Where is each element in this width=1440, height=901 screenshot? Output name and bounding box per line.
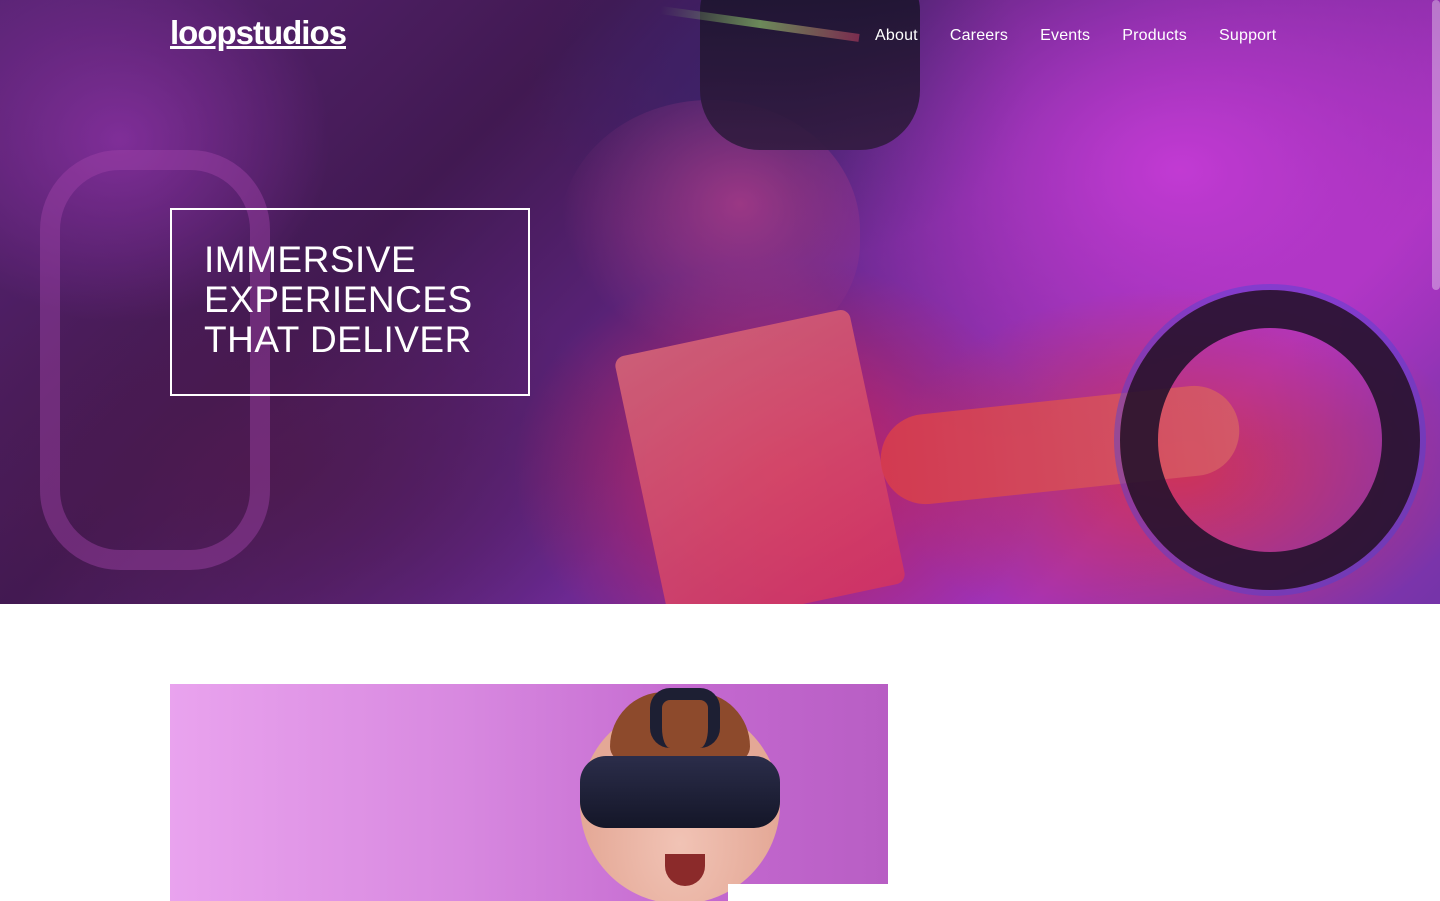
hero-title-box: Immersive experiences that deliver <box>170 208 530 396</box>
feature-image-cutout <box>728 884 888 901</box>
hero-title: Immersive experiences that deliver <box>204 239 473 360</box>
nav-link-products[interactable]: Products <box>1122 27 1187 45</box>
main-nav: About Careers Events Products Support <box>875 27 1276 45</box>
scrollbar[interactable] <box>1432 0 1440 290</box>
nav-link-events[interactable]: Events <box>1040 27 1090 45</box>
feature-image-vr-man <box>170 684 888 901</box>
logo[interactable]: loopstudios <box>170 14 347 52</box>
nav-link-about[interactable]: About <box>875 27 918 45</box>
feature-image-goggles <box>580 756 780 828</box>
nav-link-support[interactable]: Support <box>1219 27 1276 45</box>
nav-link-careers[interactable]: Careers <box>950 27 1008 45</box>
feature-image-strap <box>650 688 720 748</box>
